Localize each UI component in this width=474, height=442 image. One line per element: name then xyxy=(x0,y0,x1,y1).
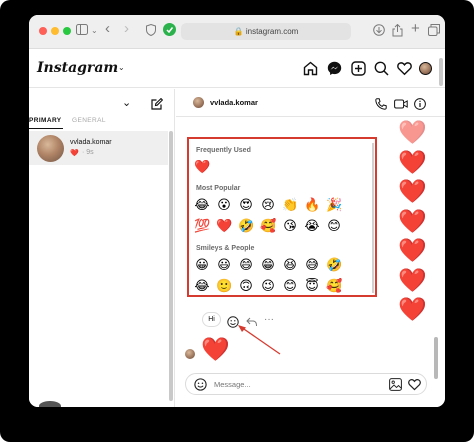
tabs-overview-icon[interactable] xyxy=(428,24,440,39)
tab-primary[interactable]: PRIMARY xyxy=(29,117,62,124)
sent-heart[interactable]: ❤️ xyxy=(398,239,427,262)
emoji-option[interactable]: 😊 xyxy=(326,218,342,233)
conversation-time: · 9s xyxy=(82,149,94,156)
conversation-name: vvlada.komar xyxy=(70,139,112,146)
emoji-option[interactable]: 💯 xyxy=(194,218,210,233)
emoji-option[interactable]: 😍 xyxy=(238,197,254,212)
share-icon[interactable] xyxy=(392,23,403,40)
emoji-option[interactable]: 🎉 xyxy=(326,197,342,212)
emoji-option[interactable]: ❤️ xyxy=(216,218,232,233)
zoom-window-button[interactable] xyxy=(63,27,71,35)
phone-icon[interactable] xyxy=(375,97,387,115)
info-icon[interactable] xyxy=(414,97,426,115)
emoji-option[interactable]: 😄 xyxy=(238,257,254,272)
avatar[interactable] xyxy=(39,401,61,407)
sent-heart[interactable]: ❤️ xyxy=(398,209,427,233)
emoji-option[interactable]: 😅 xyxy=(304,257,320,272)
emoji-option[interactable]: 😆 xyxy=(282,257,298,272)
emoji-option[interactable]: 😊 xyxy=(282,278,298,293)
chevron-down-icon[interactable]: ⌄ xyxy=(118,63,125,72)
inbox-tabs: PRIMARY GENERAL xyxy=(29,116,175,130)
sent-heart[interactable]: ❤️ xyxy=(398,150,427,174)
emoji-option[interactable]: 😇 xyxy=(304,278,320,293)
browser-toolbar: ⌄ ‹ › 🔒 instagram.com + xyxy=(29,15,445,49)
emoji-option[interactable]: 🥰 xyxy=(260,218,276,233)
picker-section-title: Frequently Used xyxy=(196,147,251,154)
sidebar-icon[interactable] xyxy=(76,24,88,38)
message-input[interactable] xyxy=(214,378,354,391)
back-icon[interactable]: ‹ xyxy=(105,21,110,36)
avatar xyxy=(37,135,64,162)
new-tab-icon[interactable]: + xyxy=(411,21,420,36)
emoji-option[interactable]: 😢 xyxy=(260,197,276,212)
emoji-option[interactable]: 😭 xyxy=(304,218,320,233)
picker-section-title: Smileys & People xyxy=(196,245,255,252)
message-bubble[interactable]: Hi xyxy=(202,312,221,327)
annotation-arrow xyxy=(238,325,281,355)
new-post-icon[interactable] xyxy=(351,61,366,76)
heart-like-icon[interactable] xyxy=(408,378,421,396)
emoji-option[interactable]: 😀 xyxy=(194,257,210,272)
emoji-option[interactable]: 😘 xyxy=(282,218,298,233)
download-icon[interactable] xyxy=(373,24,385,39)
emoji-option[interactable]: 😂 xyxy=(194,278,210,293)
chevron-down-icon[interactable]: ⌄ xyxy=(91,24,98,38)
received-heart[interactable]: ❤️ xyxy=(201,338,230,361)
sent-heart[interactable]: ❤️ xyxy=(398,180,427,203)
minimize-window-button[interactable] xyxy=(51,27,59,35)
emoji-picker: Frequently Used Most Popular Smileys & P… xyxy=(187,137,377,297)
emoji-option[interactable]: 😂 xyxy=(194,197,210,212)
avatar[interactable] xyxy=(193,97,204,108)
activity-heart-icon[interactable] xyxy=(397,61,412,76)
new-message-icon[interactable] xyxy=(151,97,164,115)
address-bar[interactable]: 🔒 instagram.com xyxy=(181,23,351,40)
emoji-icon[interactable] xyxy=(194,378,207,396)
emoji-option[interactable]: 🥰 xyxy=(326,278,342,293)
explore-icon[interactable] xyxy=(374,61,389,76)
inbox-scrollbar[interactable] xyxy=(169,131,173,401)
conversation-preview: ❤️ xyxy=(70,150,79,157)
chat-scrollbar[interactable] xyxy=(434,337,438,379)
emoji-option[interactable]: 🔥 xyxy=(304,197,320,212)
chevron-down-icon[interactable]: ⌄ xyxy=(122,96,131,109)
message-composer xyxy=(185,373,427,395)
emoji-option[interactable]: 🙂 xyxy=(216,278,232,293)
profile-avatar[interactable] xyxy=(419,62,432,75)
emoji-option[interactable]: 😮 xyxy=(216,197,232,212)
instagram-logo[interactable]: Instagram xyxy=(37,60,118,76)
emoji-option[interactable]: 🤣 xyxy=(238,218,254,233)
active-tab-underline xyxy=(29,128,63,129)
avatar xyxy=(185,349,195,359)
extension-icon[interactable] xyxy=(163,23,176,39)
image-upload-icon[interactable] xyxy=(389,378,402,396)
emoji-option[interactable]: 🤣 xyxy=(326,257,342,272)
lock-icon: 🔒 xyxy=(233,27,244,36)
emoji-option[interactable]: 🙃 xyxy=(238,278,254,293)
emoji-option[interactable]: 😁 xyxy=(260,257,276,272)
sent-heart[interactable]: ❤️ xyxy=(398,121,427,144)
picker-scrollbar[interactable] xyxy=(372,143,374,293)
forward-icon[interactable]: › xyxy=(124,21,129,36)
page-scrollbar[interactable] xyxy=(439,58,443,86)
emoji-option[interactable]: 😃 xyxy=(216,257,232,272)
emoji-option[interactable]: 👏 xyxy=(282,197,298,212)
sent-heart[interactable]: ❤️ xyxy=(398,268,427,292)
chat-username[interactable]: vvlada.komar xyxy=(210,98,258,107)
home-icon[interactable] xyxy=(303,61,318,76)
tab-general[interactable]: GENERAL xyxy=(72,117,106,124)
chat-header: vvlada.komar xyxy=(176,89,445,117)
sent-heart[interactable]: ❤️ xyxy=(398,298,427,321)
picker-section-title: Most Popular xyxy=(196,185,241,192)
messenger-icon[interactable] xyxy=(327,61,342,76)
shield-icon[interactable] xyxy=(146,23,156,39)
inbox-pane: ⌄ PRIMARY GENERAL vvlada.komar ❤️ · 9s xyxy=(29,89,175,407)
emoji-option[interactable]: 😉 xyxy=(260,278,276,293)
url-text: instagram.com xyxy=(245,27,299,36)
close-window-button[interactable] xyxy=(39,27,47,35)
conversation-item[interactable]: vvlada.komar ❤️ · 9s xyxy=(29,131,168,165)
emoji-option[interactable]: ❤️ xyxy=(194,159,210,174)
video-icon[interactable] xyxy=(394,97,408,115)
instagram-header: Instagram ⌄ xyxy=(29,50,445,88)
